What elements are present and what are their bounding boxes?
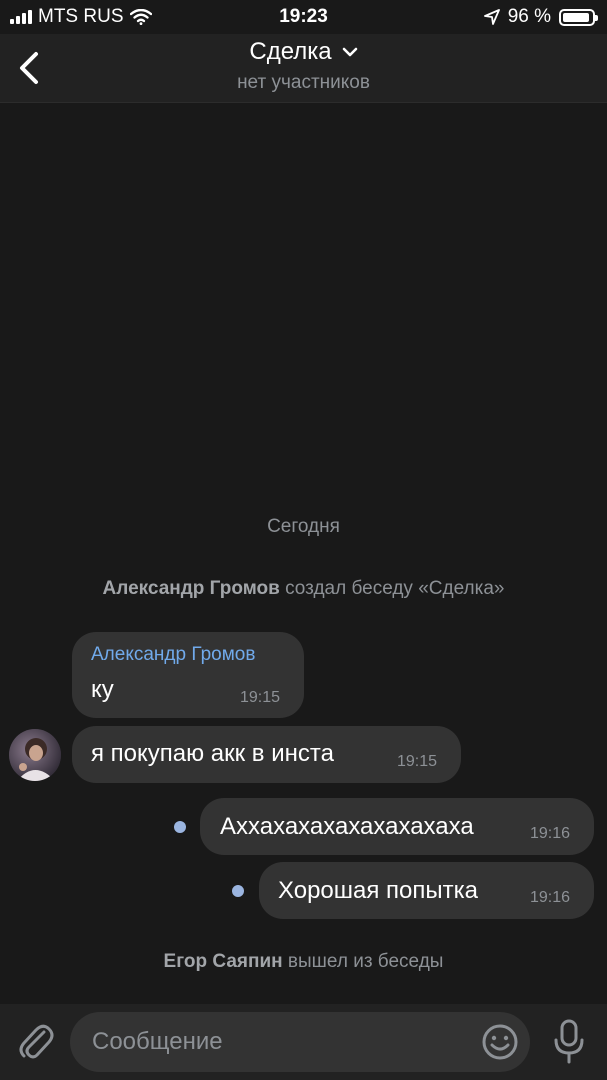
chat-title: Сделка	[249, 38, 332, 65]
date-separator: Сегодня	[267, 516, 340, 537]
chat-header: Сделка нет участников	[0, 34, 607, 103]
service-message-left: Егор Саяпин вышел из беседы	[0, 951, 607, 973]
message-input[interactable]	[70, 1012, 530, 1072]
unread-indicator	[232, 885, 244, 897]
chat-title-block[interactable]: Сделка нет участников	[0, 38, 607, 94]
message-text: Хорошая попытка	[278, 877, 479, 904]
service-message-created: Александр Громов создал беседу «Сделка»	[0, 578, 607, 600]
message-text: я покупаю акк в инста	[91, 740, 334, 767]
microphone-icon[interactable]	[552, 1018, 586, 1066]
battery-icon	[559, 8, 598, 26]
message-bubble-out[interactable]: Аххахахахахахахахаха 19:16	[200, 798, 594, 855]
status-bar: MTS RUS 19:23 96 %	[0, 0, 607, 34]
message-text: Аххахахахахахахахаха	[220, 813, 474, 840]
avatar-photo	[9, 729, 61, 781]
message-composer	[0, 1004, 607, 1080]
chevron-down-icon	[342, 47, 357, 57]
unread-indicator	[174, 821, 186, 833]
service-actor[interactable]: Александр Громов	[103, 578, 280, 599]
message-bubble-in[interactable]: Александр Громов ку 19:15	[72, 632, 304, 718]
message-time: 19:15	[240, 689, 281, 706]
service-actor[interactable]: Егор Саяпин	[164, 951, 283, 972]
location-arrow-icon	[483, 9, 500, 25]
attach-paperclip-icon[interactable]	[16, 1020, 56, 1064]
message-time: 19:15	[397, 753, 438, 770]
message-time: 19:16	[530, 825, 571, 842]
battery-percent: 96 %	[507, 6, 551, 27]
message-time: 19:16	[530, 889, 571, 906]
message-bubble-in[interactable]: я покупаю акк в инста 19:15	[72, 726, 461, 783]
service-text: создал беседу «Сделка»	[285, 578, 505, 599]
sender-name[interactable]: Александр Громов	[91, 644, 255, 666]
status-right: 96 %	[483, 6, 598, 28]
message-bubble-out[interactable]: Хорошая попытка 19:16	[259, 862, 594, 919]
message-text: ку	[91, 676, 114, 703]
chat-subtitle: нет участников	[237, 72, 370, 93]
emoji-smile-icon[interactable]	[480, 1022, 520, 1062]
service-text: вышел из беседы	[287, 951, 444, 972]
avatar[interactable]	[9, 729, 61, 781]
